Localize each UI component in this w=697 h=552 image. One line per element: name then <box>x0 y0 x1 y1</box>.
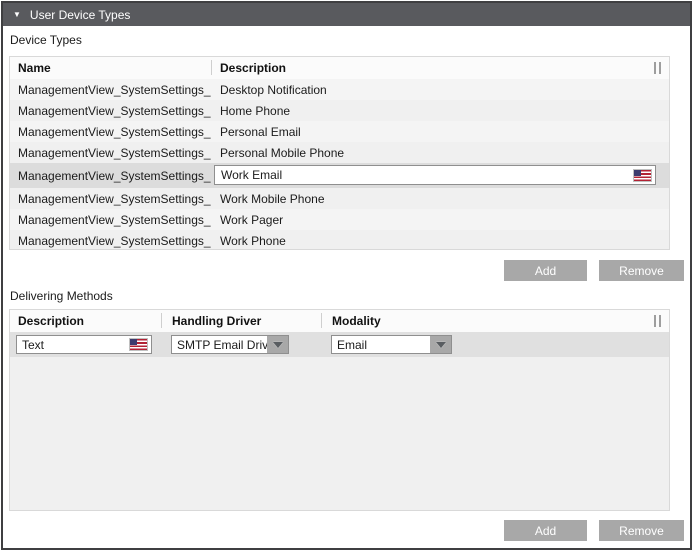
dropdown-button[interactable] <box>267 336 288 353</box>
panel-title: User Device Types <box>30 8 130 22</box>
column-divider[interactable] <box>321 313 322 328</box>
description-input[interactable] <box>17 337 130 352</box>
us-flag-icon <box>634 170 651 181</box>
table-row[interactable]: ManagementView_SystemSettings_LibWork Mo… <box>10 188 669 209</box>
column-divider[interactable] <box>161 313 162 328</box>
column-gripper[interactable] <box>659 315 661 327</box>
column-divider[interactable] <box>211 60 212 75</box>
modality-dropdown[interactable]: Email <box>331 335 452 354</box>
device-types-remove-button[interactable]: Remove <box>599 260 684 281</box>
delivering-methods-add-button[interactable]: Add <box>504 520 587 541</box>
table-row[interactable]: ManagementView_SystemSettings_LibPersona… <box>10 142 669 163</box>
description-input[interactable] <box>215 167 634 183</box>
description-edit-field[interactable] <box>214 165 656 185</box>
delivering-methods-remove-button[interactable]: Remove <box>599 520 684 541</box>
description-edit-field[interactable] <box>16 335 152 354</box>
cell-name: ManagementView_SystemSettings_Lib <box>10 125 211 139</box>
table-row[interactable]: ManagementView_SystemSettings_LibHome Ph… <box>10 100 669 121</box>
cell-name: ManagementView_SystemSettings_Lib <box>10 146 211 160</box>
handling-driver-value: SMTP Email Driver <box>172 338 267 352</box>
cell-description: Desktop Notification <box>211 83 327 97</box>
cell-name: ManagementView_SystemSettings_Lib <box>10 83 211 97</box>
panel-titlebar[interactable]: ▼ User Device Types <box>3 3 690 26</box>
us-flag-icon <box>130 339 147 350</box>
delivering-methods-section-label: Delivering Methods <box>10 289 113 303</box>
cell-description: Home Phone <box>211 104 290 118</box>
cell-description: Personal Mobile Phone <box>211 146 344 160</box>
column-header-name[interactable]: Name <box>18 61 51 75</box>
table-row[interactable]: ManagementView_SystemSettings_Lib <box>10 163 669 188</box>
device-types-rows: ManagementView_SystemSettings_LibDesktop… <box>10 79 669 251</box>
cell-description: Work Phone <box>211 234 286 248</box>
cell-name: ManagementView_SystemSettings_Lib <box>10 169 211 183</box>
cell-name: ManagementView_SystemSettings_Lib <box>10 104 211 118</box>
modality-value: Email <box>332 338 430 352</box>
column-gripper[interactable] <box>654 62 656 74</box>
handling-driver-dropdown[interactable]: SMTP Email Driver <box>171 335 289 354</box>
column-header-description[interactable]: Description <box>220 61 286 75</box>
cell-description: Work Mobile Phone <box>211 192 325 206</box>
cell-description: Work Pager <box>211 213 283 227</box>
collapse-arrow-icon[interactable]: ▼ <box>13 11 21 19</box>
device-types-header[interactable]: Name Description <box>10 57 669 79</box>
device-types-section-label: Device Types <box>10 33 82 47</box>
cell-description: Personal Email <box>211 125 301 139</box>
column-header-modality[interactable]: Modality <box>332 314 381 328</box>
chevron-down-icon <box>436 342 446 348</box>
delivering-method-row[interactable]: SMTP Email Driver Email <box>10 332 669 357</box>
chevron-down-icon <box>273 342 283 348</box>
cell-name: ManagementView_SystemSettings_Lib <box>10 234 211 248</box>
cell-name: ManagementView_SystemSettings_Lib <box>10 192 211 206</box>
table-row[interactable]: ManagementView_SystemSettings_LibWork Ph… <box>10 230 669 251</box>
device-types-add-button[interactable]: Add <box>504 260 587 281</box>
dropdown-button[interactable] <box>430 336 451 353</box>
table-row[interactable]: ManagementView_SystemSettings_LibWork Pa… <box>10 209 669 230</box>
column-gripper[interactable] <box>659 62 661 74</box>
column-header-handling-driver[interactable]: Handling Driver <box>172 314 261 328</box>
delivering-methods-table: Description Handling Driver Modality SMT… <box>9 309 670 511</box>
column-header-description[interactable]: Description <box>18 314 84 328</box>
device-types-table: Name Description ManagementView_SystemSe… <box>9 56 670 250</box>
cell-name: ManagementView_SystemSettings_Lib <box>10 213 211 227</box>
column-gripper[interactable] <box>654 315 656 327</box>
table-row[interactable]: ManagementView_SystemSettings_LibDesktop… <box>10 79 669 100</box>
delivering-methods-header[interactable]: Description Handling Driver Modality <box>10 310 669 332</box>
table-row[interactable]: ManagementView_SystemSettings_LibPersona… <box>10 121 669 142</box>
